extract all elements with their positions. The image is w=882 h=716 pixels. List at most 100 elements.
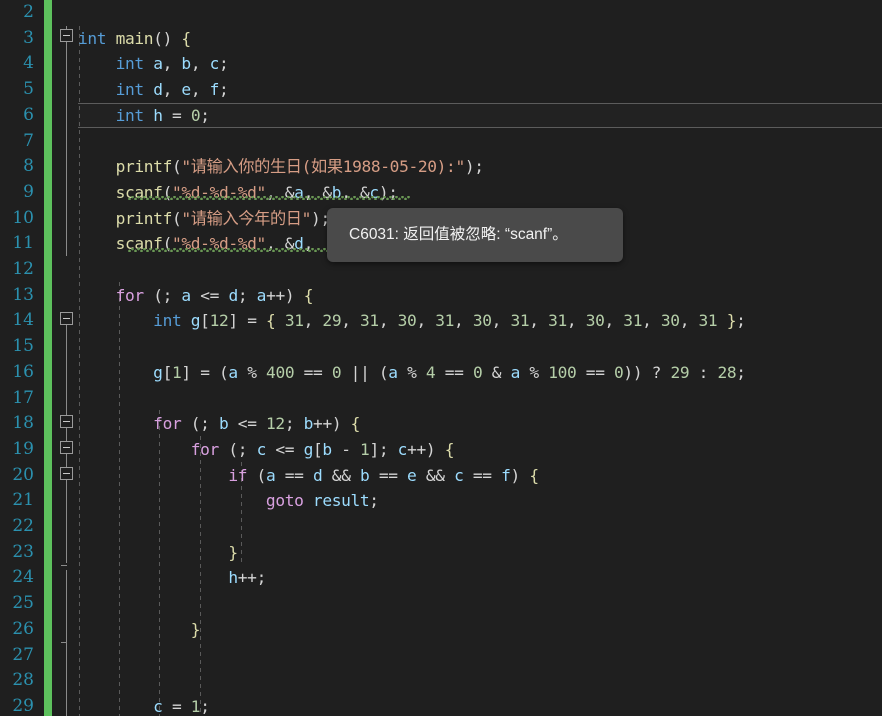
- code-line[interactable]: if (a == d && b == e && c == f) {: [78, 463, 539, 489]
- code-token: ,: [416, 311, 426, 331]
- code-line[interactable]: }: [78, 617, 201, 643]
- code-line[interactable]: for (; c <= g[b - 1]; c++) {: [78, 437, 455, 463]
- fold-toggle-line-18[interactable]: [60, 415, 73, 428]
- fold-toggle-line-13[interactable]: [60, 312, 73, 325]
- code-token: 30: [660, 311, 680, 331]
- fold-toggle-line-20[interactable]: [60, 467, 73, 480]
- line-number: 12: [12, 259, 34, 279]
- code-token: int: [115, 105, 145, 125]
- code-token: (: [256, 465, 267, 485]
- code-token: a: [181, 285, 191, 305]
- code-line[interactable]: int a, b, c;: [78, 51, 229, 77]
- line-number-gutter[interactable]: 2 3 4 5 6 7 8 9 10 11 12 13 14 15 16 17 18 19 20 21 22 23 24 25…: [0, 0, 44, 716]
- code-line[interactable]: goto result;: [78, 488, 379, 514]
- code-token: ,: [566, 311, 577, 331]
- code-line[interactable]: h++;: [78, 565, 266, 591]
- code-token: ;: [256, 568, 267, 588]
- line-number: 5: [23, 79, 34, 100]
- code-token: ;: [237, 285, 248, 305]
- fold-toggle-line-19[interactable]: [60, 441, 73, 454]
- code-line[interactable]: g[1] = (a % 400 == 0 || (a % 4 == 0 & a …: [78, 360, 746, 386]
- code-token: 31: [623, 311, 643, 331]
- code-token: %: [407, 362, 417, 382]
- code-line[interactable]: scanf("%d-%d-%d", &a, &b, &c);: [78, 180, 398, 206]
- code-token: for: [115, 285, 145, 305]
- code-line[interactable]: printf("请输入你的生日(如果1988-05-20):");: [78, 154, 484, 180]
- code-token: if: [228, 465, 248, 485]
- code-token: =: [247, 414, 257, 434]
- line-number: 26: [12, 618, 34, 639]
- code-token: =: [585, 362, 596, 382]
- code-token: =: [388, 465, 398, 485]
- code-token: [: [162, 362, 173, 382]
- code-line[interactable]: int main() {: [78, 26, 191, 52]
- code-token: a: [153, 54, 163, 74]
- code-token: =: [454, 362, 464, 382]
- code-token: 31: [360, 311, 379, 331]
- code-token: }: [190, 619, 201, 639]
- fold-range-line: [66, 26, 67, 256]
- code-token: ,: [491, 311, 502, 331]
- code-line[interactable]: }: [78, 540, 238, 566]
- code-token: +: [275, 285, 285, 305]
- code-editor-viewport[interactable]: 2 3 4 5 6 7 8 9 10 11 12 13 14 15 16 17 18 19 20 21 22 23 24 25…: [0, 0, 882, 716]
- code-token: 31: [435, 311, 455, 331]
- code-token: ,: [303, 311, 314, 331]
- code-line[interactable]: c = 1;: [78, 694, 210, 716]
- code-line[interactable]: int d, e, f;: [78, 77, 229, 103]
- fold-toggle-line-3[interactable]: [60, 29, 73, 42]
- code-token: ]: [369, 439, 379, 459]
- code-token: 400: [266, 362, 295, 382]
- code-token: {: [303, 285, 314, 305]
- code-line[interactable]: for (; b <= 12; b++) {: [78, 411, 360, 437]
- code-token: |: [350, 362, 361, 382]
- code-token: =: [284, 439, 295, 459]
- code-line[interactable]: int h = 0;: [78, 103, 210, 129]
- code-token: {: [444, 439, 455, 459]
- line-number: 19: [12, 438, 34, 459]
- code-token: result: [312, 491, 370, 511]
- code-token: 28: [717, 362, 737, 382]
- line-number: 6: [23, 104, 34, 125]
- code-line[interactable]: int g[12] = { 31, 29, 31, 30, 31, 30, 31…: [78, 308, 746, 334]
- line-number: 14: [12, 310, 34, 331]
- code-line[interactable]: scanf("%d-%d-%d", &d,: [78, 231, 314, 257]
- code-line[interactable]: for (; a <= d; a++) {: [78, 283, 314, 309]
- code-token: h: [228, 568, 238, 588]
- code-line[interactable]: printf("请输入今年的日");: [78, 206, 331, 232]
- line-number: 28: [12, 670, 34, 691]
- code-token: +: [322, 414, 332, 434]
- folding-margin[interactable]: [52, 0, 78, 716]
- code-token: [: [313, 439, 323, 459]
- code-token: =: [247, 311, 257, 331]
